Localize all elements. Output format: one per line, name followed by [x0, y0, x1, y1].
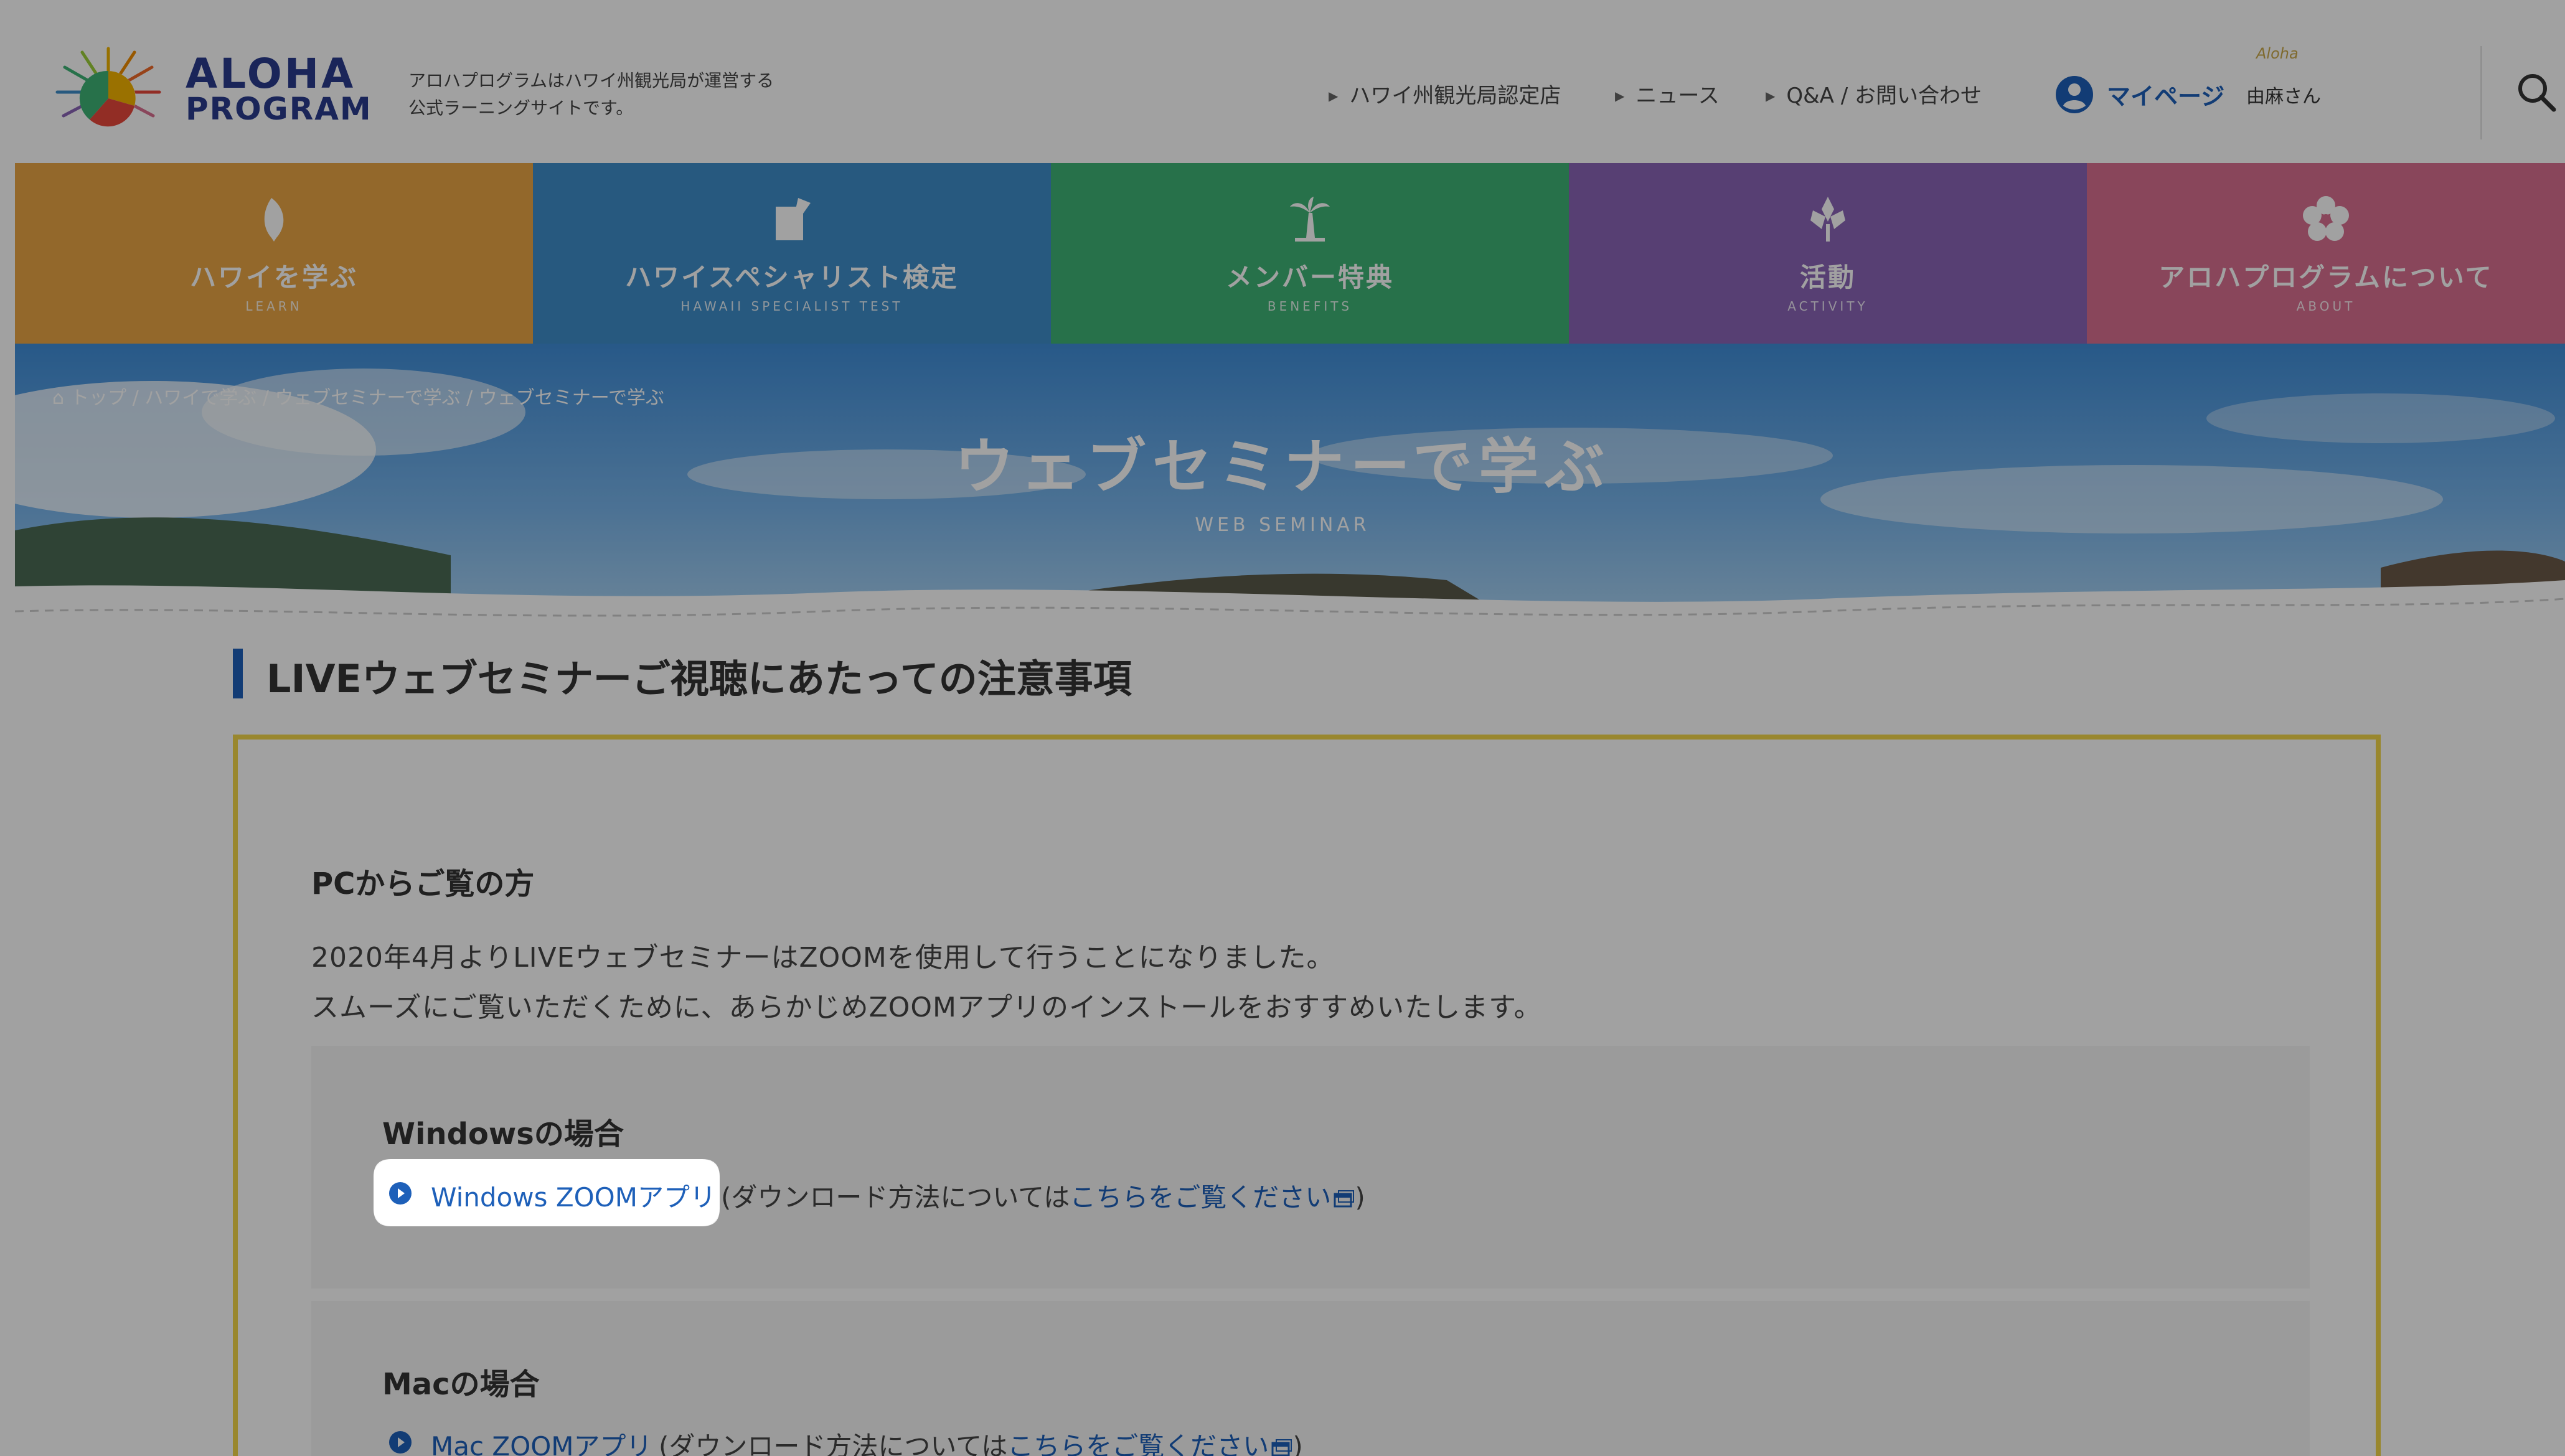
palm-tree-icon [1290, 197, 1330, 242]
logo-text-aloha[interactable]: ALOHA [186, 54, 355, 95]
tagline-line-1: アロハプログラムはハワイ州観光局が運営する [408, 70, 774, 91]
nav-link-label: ニュース [1635, 83, 1720, 108]
leaf-icon [264, 198, 284, 242]
mypage-link[interactable]: マイページ [2107, 77, 2224, 111]
search-icon[interactable] [2515, 71, 2558, 113]
pc-viewers-text-line-2: スムーズにご覧いただくために、あらかじめZOOMアプリのインストールをおすすめい… [311, 992, 1542, 1023]
mac-download-help-link[interactable]: こちらをご覧ください [1007, 1431, 1292, 1456]
hibiscus-icon [2303, 196, 2349, 241]
category-label: 活動 [1799, 262, 1856, 293]
certificate-icon [776, 198, 811, 240]
circle-arrow-right-icon [389, 1182, 412, 1205]
username-label: 由麻さん [2246, 86, 2321, 108]
flower-icon [1810, 197, 1845, 242]
breadcrumb[interactable]: ⌂ トップ / ハワイで学ぶ / ウェブセミナーで学ぶ / ウェブセミナーで学ぶ [52, 382, 664, 410]
logo-text-program[interactable]: PROGRAM [186, 93, 372, 124]
page: ALOHA PROGRAM アロハプログラムはハワイ州観光局が運営する 公式ラー… [0, 0, 2565, 1456]
circle-arrow-right-icon [389, 1431, 412, 1454]
nav-link-label: Q&A / お問い合わせ [1786, 83, 1982, 108]
category-label: アロハプログラムについて [2158, 262, 2493, 293]
category-label: ハワイスペシャリスト検定 [625, 262, 959, 293]
home-icon: ⌂ [52, 387, 65, 409]
nav-link-label: ハワイ州観光局認定店 [1349, 83, 1561, 108]
nav-link-certified-stores[interactable]: ▶ ハワイ州観光局認定店 [1329, 78, 1561, 109]
category-sub-label: BENEFITS [1267, 299, 1353, 314]
triangle-right-icon: ▶ [1329, 88, 1339, 103]
mac-zoom-app-link[interactable]: Mac ZOOMアプリ [431, 1425, 652, 1456]
external-window-icon [1334, 1190, 1355, 1208]
tagline-line-2: 公式ラーニングサイトです。 [408, 98, 634, 118]
category-label: ハワイを学ぶ [189, 262, 358, 293]
help-link-label: こちらをご覧ください [1070, 1182, 1332, 1213]
page-subtitle: WEB SEMINAR [1195, 514, 1370, 536]
windows-zoom-app-link[interactable]: Windows ZOOMアプリ [431, 1177, 716, 1214]
note-prefix: (ダウンロード方法については [659, 1431, 1008, 1456]
page-title: ウェブセミナーで学ぶ [954, 432, 1611, 502]
note-suffix: ) [1292, 1431, 1303, 1456]
mac-download-note: (ダウンロード方法についてはこちらをご覧ください) [659, 1425, 1303, 1456]
aloha-decoration: Aloha [2256, 45, 2299, 62]
category-about[interactable]: アロハプログラムについて ABOUT [2087, 163, 2565, 344]
header-divider [2480, 46, 2482, 139]
section-heading-bar [233, 649, 243, 698]
category-learn[interactable]: ハワイを学ぶ LEARN [15, 163, 533, 344]
category-sub-label: ACTIVITY [1787, 299, 1868, 314]
category-label: メンバー特典 [1225, 262, 1394, 293]
triangle-right-icon: ▶ [1615, 88, 1625, 103]
section-heading: LIVEウェブセミナーご視聴にあたっての注意事項 [266, 656, 1132, 702]
note-prefix: (ダウンロード方法については [721, 1182, 1070, 1213]
nav-link-qa-contact[interactable]: ▶ Q&A / お問い合わせ [1766, 78, 1982, 109]
help-link-label: こちらをご覧ください [1007, 1431, 1269, 1456]
category-member-benefits[interactable]: メンバー特典 BENEFITS [1051, 163, 1569, 344]
aloha-program-logo[interactable] [52, 46, 164, 138]
external-window-icon [1271, 1439, 1292, 1456]
site-tagline: アロハプログラムはハワイ州観光局が運営する 公式ラーニングサイトです。 [408, 67, 844, 122]
pc-viewers-heading: PCからご覧の方 [311, 867, 535, 901]
user-circle-icon[interactable] [2054, 75, 2094, 115]
category-sub-label: HAWAII SPECIALIST TEST [680, 299, 903, 314]
triangle-right-icon: ▶ [1766, 88, 1776, 103]
windows-download-note: (ダウンロード方法についてはこちらをご覧ください) [721, 1177, 1365, 1214]
nav-link-news[interactable]: ▶ ニュース [1615, 78, 1720, 109]
category-sub-label: ABOUT [2296, 299, 2356, 314]
windows-download-help-link[interactable]: こちらをご覧ください [1070, 1182, 1355, 1213]
category-activity[interactable]: 活動 ACTIVITY [1569, 163, 2087, 344]
pc-viewers-text-line-1: 2020年4月よりLIVEウェブセミナーはZOOMを使用して行うことになりました… [311, 942, 1335, 974]
breadcrumb-text: トップ / ハワイで学ぶ / ウェブセミナーで学ぶ / ウェブセミナーで学ぶ [70, 387, 664, 409]
windows-heading: Windowsの場合 [382, 1117, 624, 1152]
category-specialist-test[interactable]: ハワイスペシャリスト検定 HAWAII SPECIALIST TEST [533, 163, 1051, 344]
mac-heading: Macの場合 [382, 1367, 540, 1402]
note-suffix: ) [1355, 1182, 1365, 1213]
category-sub-label: LEARN [245, 299, 303, 314]
